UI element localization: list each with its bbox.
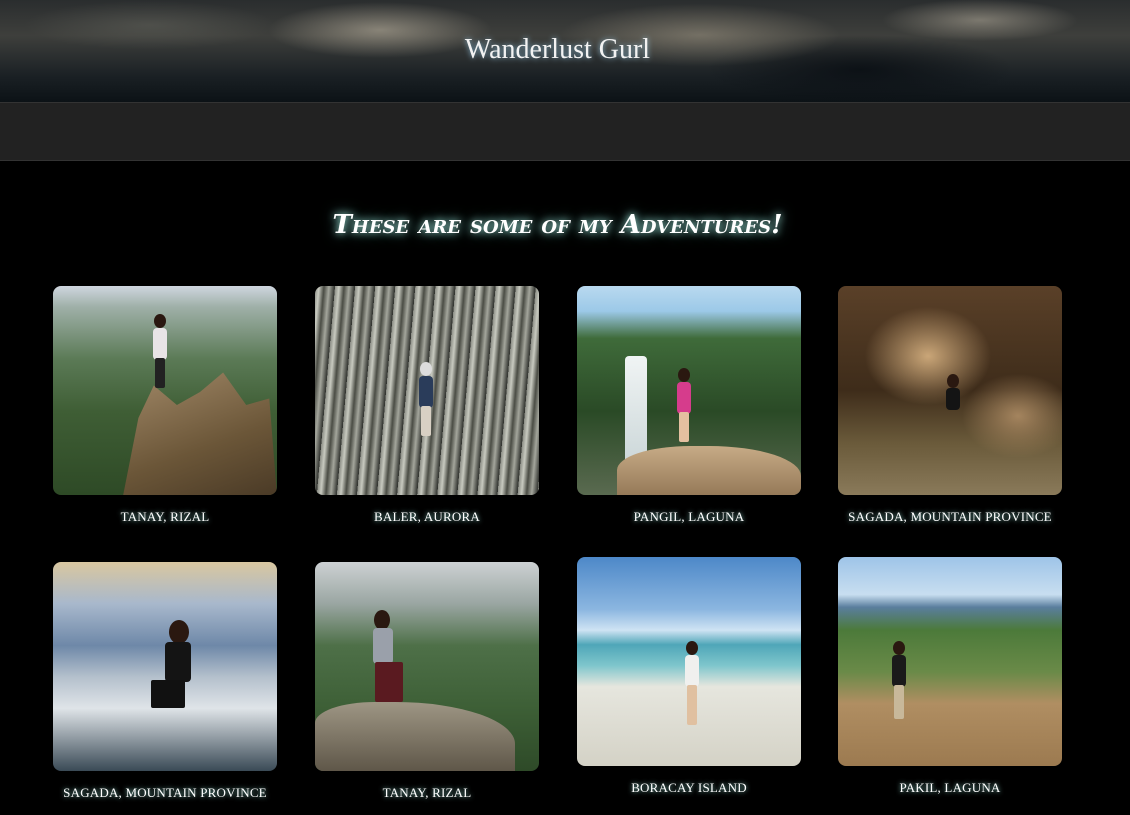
site-title: Wanderlust Gurl [464, 34, 651, 65]
gallery-card: TANAY, RIZAL [53, 286, 277, 525]
gallery-card: SAGADA, MOUNTAIN PROVINCE [838, 286, 1062, 525]
gallery-card: PAKIL, LAGUNA [838, 557, 1062, 796]
gallery-card: TANAY, RIZAL [315, 562, 539, 801]
page-heading: These are some of my Adventures! [332, 210, 783, 240]
gallery-photo[interactable] [838, 557, 1062, 766]
gallery-photo[interactable] [577, 286, 801, 495]
gallery-card: BORACAY ISLAND [577, 557, 801, 796]
gallery-caption: TANAY, RIZAL [382, 785, 472, 800]
gallery-caption: PANGIL, LAGUNA [633, 509, 745, 524]
header-banner: Wanderlust Gurl [0, 0, 1130, 102]
gallery-card: PANGIL, LAGUNA [577, 286, 801, 525]
gallery-photo[interactable] [53, 562, 277, 771]
gallery-caption: PAKIL, LAGUNA [899, 780, 1001, 795]
nav-bar [0, 102, 1130, 161]
gallery-card: SAGADA, MOUNTAIN PROVINCE [53, 562, 277, 801]
gallery-caption: BALER, AURORA [374, 509, 480, 524]
gallery-photo[interactable] [53, 286, 277, 495]
gallery-photo[interactable] [315, 562, 539, 771]
gallery-photo[interactable] [838, 286, 1062, 495]
gallery-caption: SAGADA, MOUNTAIN PROVINCE [63, 785, 267, 800]
gallery-card: BALER, AURORA [315, 286, 539, 525]
gallery-caption: TANAY, RIZAL [120, 509, 210, 524]
gallery-photo[interactable] [315, 286, 539, 495]
gallery-caption: BORACAY ISLAND [631, 780, 747, 795]
gallery-photo[interactable] [577, 557, 801, 766]
gallery-caption: SAGADA, MOUNTAIN PROVINCE [848, 509, 1052, 524]
